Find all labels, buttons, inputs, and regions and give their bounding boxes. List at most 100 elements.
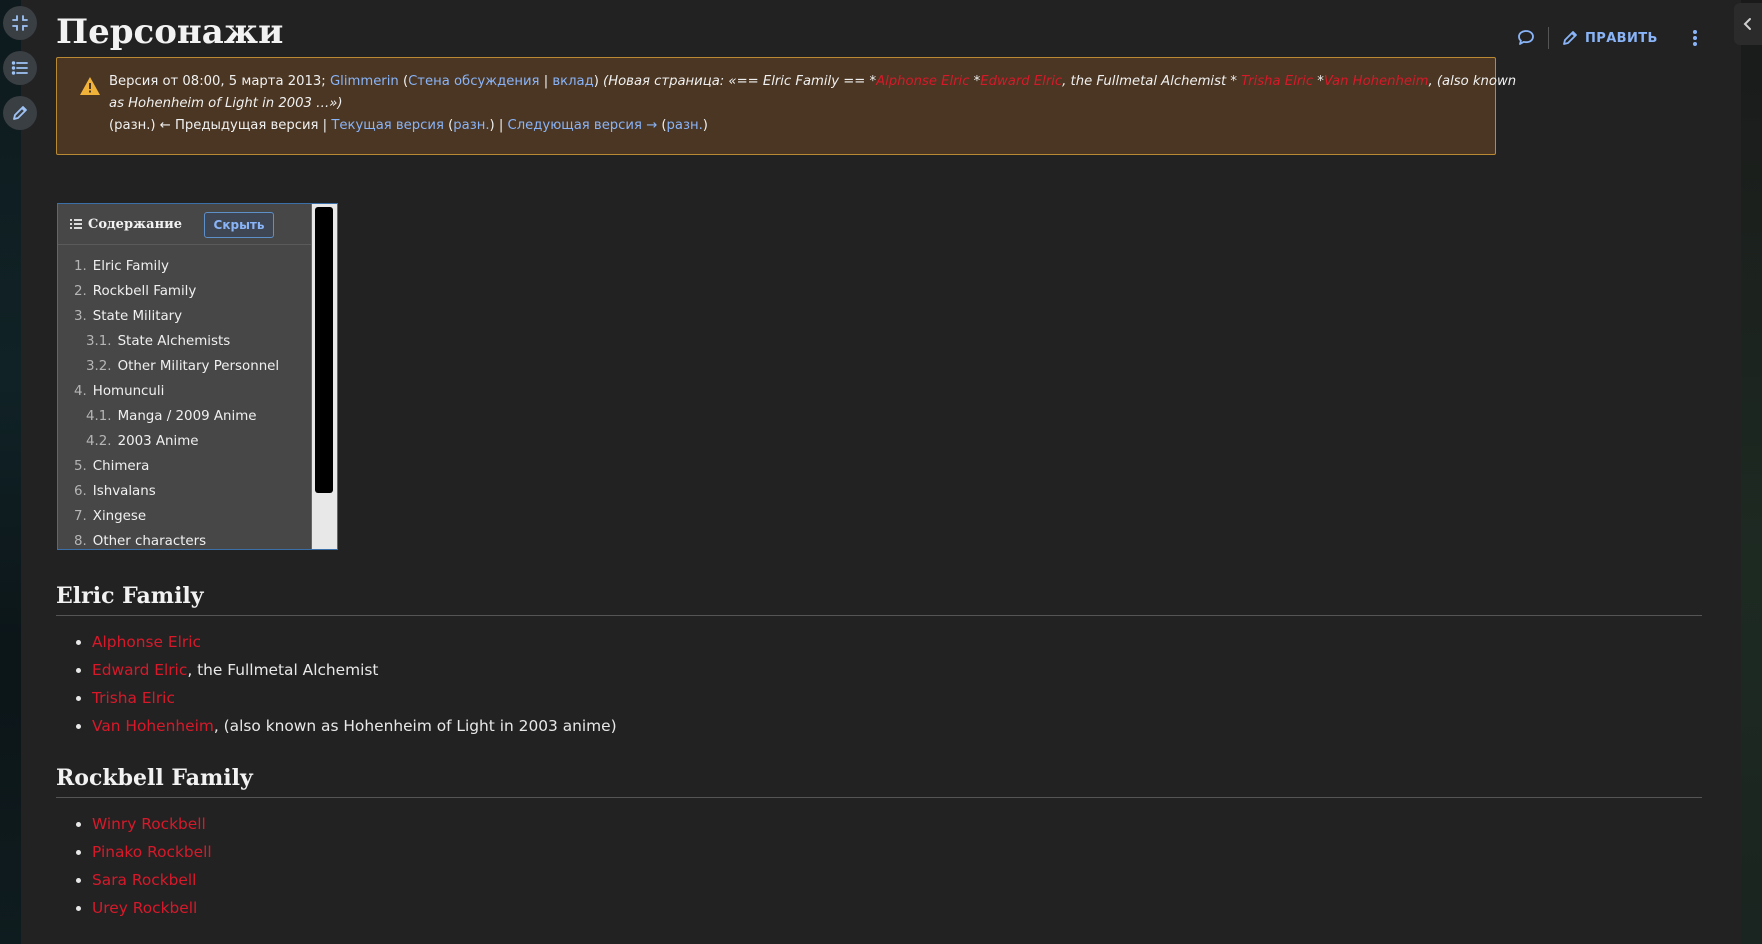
toc-item-label: Xingese	[92, 509, 147, 524]
right-background-strip	[1741, 0, 1762, 944]
toc-item-label: Homunculi	[92, 384, 165, 399]
edit-button[interactable]: ПРАВИТЬ	[1561, 29, 1658, 47]
list-item: Trisha Elric	[92, 688, 617, 716]
list-item: Van Hohenheim, (also known as Hohenheim …	[92, 716, 617, 744]
character-link[interactable]: Trisha Elric	[92, 689, 175, 707]
toc-item-number: 4.1.	[86, 409, 112, 424]
list-item: Winry Rockbell	[92, 814, 212, 842]
toc-rail-button[interactable]	[3, 51, 37, 85]
list-item: Sara Rockbell	[92, 870, 212, 898]
warning-icon	[80, 77, 100, 95]
summary-link-trisha[interactable]: Trisha Elric	[1241, 74, 1313, 89]
toc-hide-button[interactable]: Скрыть	[204, 212, 274, 238]
section-heading-rockbell-family: Rockbell Family	[56, 765, 1702, 798]
toc-item[interactable]: 3. State Military	[58, 308, 311, 333]
toc-item-label: State Alchemists	[117, 334, 231, 349]
toc-item[interactable]: 5. Chimera	[58, 458, 311, 483]
toc-item-number: 5.	[74, 459, 87, 474]
toc-item-number: 3.	[74, 309, 87, 324]
summary-e: , (also known	[1428, 74, 1517, 89]
character-link[interactable]: Winry Rockbell	[92, 815, 206, 833]
toc-item-number: 7.	[74, 509, 87, 524]
toc-item[interactable]: 4.2. 2003 Anime	[58, 433, 311, 458]
summary-link-van[interactable]: Van Hohenheim	[1324, 74, 1429, 89]
character-link[interactable]: Urey Rockbell	[92, 899, 197, 917]
current-version-link[interactable]: Текущая версия	[331, 118, 444, 133]
toc-item-number: 4.	[74, 384, 87, 399]
paren-close: )	[593, 74, 604, 89]
summary-link-alphonse[interactable]: Alphonse Elric	[876, 74, 969, 89]
toc-header: Содержание Скрыть	[58, 204, 311, 245]
toc-item-number: 4.2.	[86, 434, 112, 449]
toc-scrollbar-thumb[interactable]	[315, 207, 333, 493]
character-link[interactable]: Alphonse Elric	[92, 633, 201, 651]
edit-button-label: ПРАВИТЬ	[1585, 30, 1658, 46]
toc-item-label: 2003 Anime	[117, 434, 199, 449]
toc-item[interactable]: 2. Rockbell Family	[58, 283, 311, 308]
toc-item-number: 3.1.	[86, 334, 112, 349]
toc-title: Содержание	[88, 216, 183, 232]
nav-previous: (разн.) ← Предыдущая версия |	[109, 118, 332, 133]
toc-item-label: Manga / 2009 Anime	[117, 409, 257, 424]
nav-paren-close: )	[702, 118, 708, 133]
character-link[interactable]: Edward Elric	[92, 661, 187, 679]
toc-item[interactable]: 8. Other characters	[58, 533, 311, 549]
table-of-contents: Содержание Скрыть 1. Elric Family 2. Rockb…	[57, 203, 312, 550]
comment-icon[interactable]	[1516, 28, 1536, 48]
character-link[interactable]: Van Hohenheim	[92, 717, 214, 735]
summary-d: *	[1313, 74, 1324, 89]
toc-item[interactable]: 6. Ishvalans	[58, 483, 311, 508]
summary-link-edward[interactable]: Edward Elric	[980, 74, 1062, 89]
nav-paren-open-2: (	[657, 118, 667, 133]
toc-item[interactable]: 3.2. Other Military Personnel	[58, 358, 311, 383]
notice-line-1: Версия от 08:00, 5 марта 2013; Glimmerin…	[109, 74, 1516, 89]
toc-item-label: Elric Family	[92, 259, 169, 274]
toc-item[interactable]: 1. Elric Family	[58, 258, 311, 283]
character-link[interactable]: Sara Rockbell	[92, 871, 196, 889]
toc-item-number: 6.	[74, 484, 87, 499]
summary-a: (Новая страница: «== Elric Family == *	[603, 74, 877, 89]
user-link[interactable]: Glimmerin	[330, 74, 399, 89]
pencil-icon	[13, 106, 27, 120]
right-panel-toggle[interactable]	[1734, 3, 1762, 45]
character-link[interactable]: Pinako Rockbell	[92, 843, 212, 861]
section-list-elric-family: Alphonse Elric Edward Elric, the Fullmet…	[56, 632, 617, 744]
notice-line-3: (разн.) ← Предыдущая версия | Текущая ве…	[109, 118, 708, 133]
nav-mid: ) |	[489, 118, 508, 133]
section-list-rockbell-family: Winry Rockbell Pinako Rockbell Sara Rock…	[56, 814, 212, 926]
character-suffix: , (also known as Hohenheim of Light in 2…	[213, 717, 617, 735]
list-item: Pinako Rockbell	[92, 842, 212, 870]
toc-list: 1. Elric Family 2. Rockbell Family 3. State…	[58, 245, 311, 549]
list-item: Edward Elric, the Fullmetal Alchemist	[92, 660, 617, 688]
version-text: Версия от 08:00, 5 марта 2013;	[109, 74, 330, 89]
toc-item[interactable]: 4.1. Manga / 2009 Anime	[58, 408, 311, 433]
list-icon	[11, 61, 28, 75]
character-suffix: , the Fullmetal Alchemist	[187, 661, 379, 679]
more-options-icon[interactable]	[1692, 28, 1698, 48]
page-title: Персонажи	[56, 12, 284, 52]
toc-item-number: 3.2.	[86, 359, 112, 374]
list-icon	[70, 219, 82, 229]
actions-divider	[1548, 27, 1549, 49]
pipe-separator: |	[539, 74, 553, 89]
paren-open: (	[398, 74, 409, 89]
toc-item-label: Ishvalans	[92, 484, 156, 499]
next-version-link[interactable]: Следующая версия →	[508, 118, 658, 133]
diff-link-current[interactable]: разн.	[453, 118, 489, 133]
toc-item[interactable]: 3.1. State Alchemists	[58, 333, 311, 358]
collapse-icon-button[interactable]	[3, 6, 37, 40]
section-heading-elric-family: Elric Family	[56, 583, 1702, 616]
contrib-link[interactable]: вклад	[552, 74, 593, 89]
toc-scrollbar[interactable]	[312, 203, 338, 550]
toc-item[interactable]: 4. Homunculi	[58, 383, 311, 408]
edit-rail-button[interactable]	[3, 96, 37, 130]
diff-link-next[interactable]: разн.	[667, 118, 703, 133]
left-background-strip	[0, 0, 21, 944]
chevron-left-icon	[1743, 18, 1751, 30]
page-actions: ПРАВИТЬ	[1516, 24, 1698, 52]
list-item: Alphonse Elric	[92, 632, 617, 660]
toc-item[interactable]: 7. Xingese	[58, 508, 311, 533]
pencil-icon	[1563, 31, 1577, 45]
toc-item-number: 2.	[74, 284, 87, 299]
talk-link[interactable]: Стена обсуждения	[408, 74, 539, 89]
